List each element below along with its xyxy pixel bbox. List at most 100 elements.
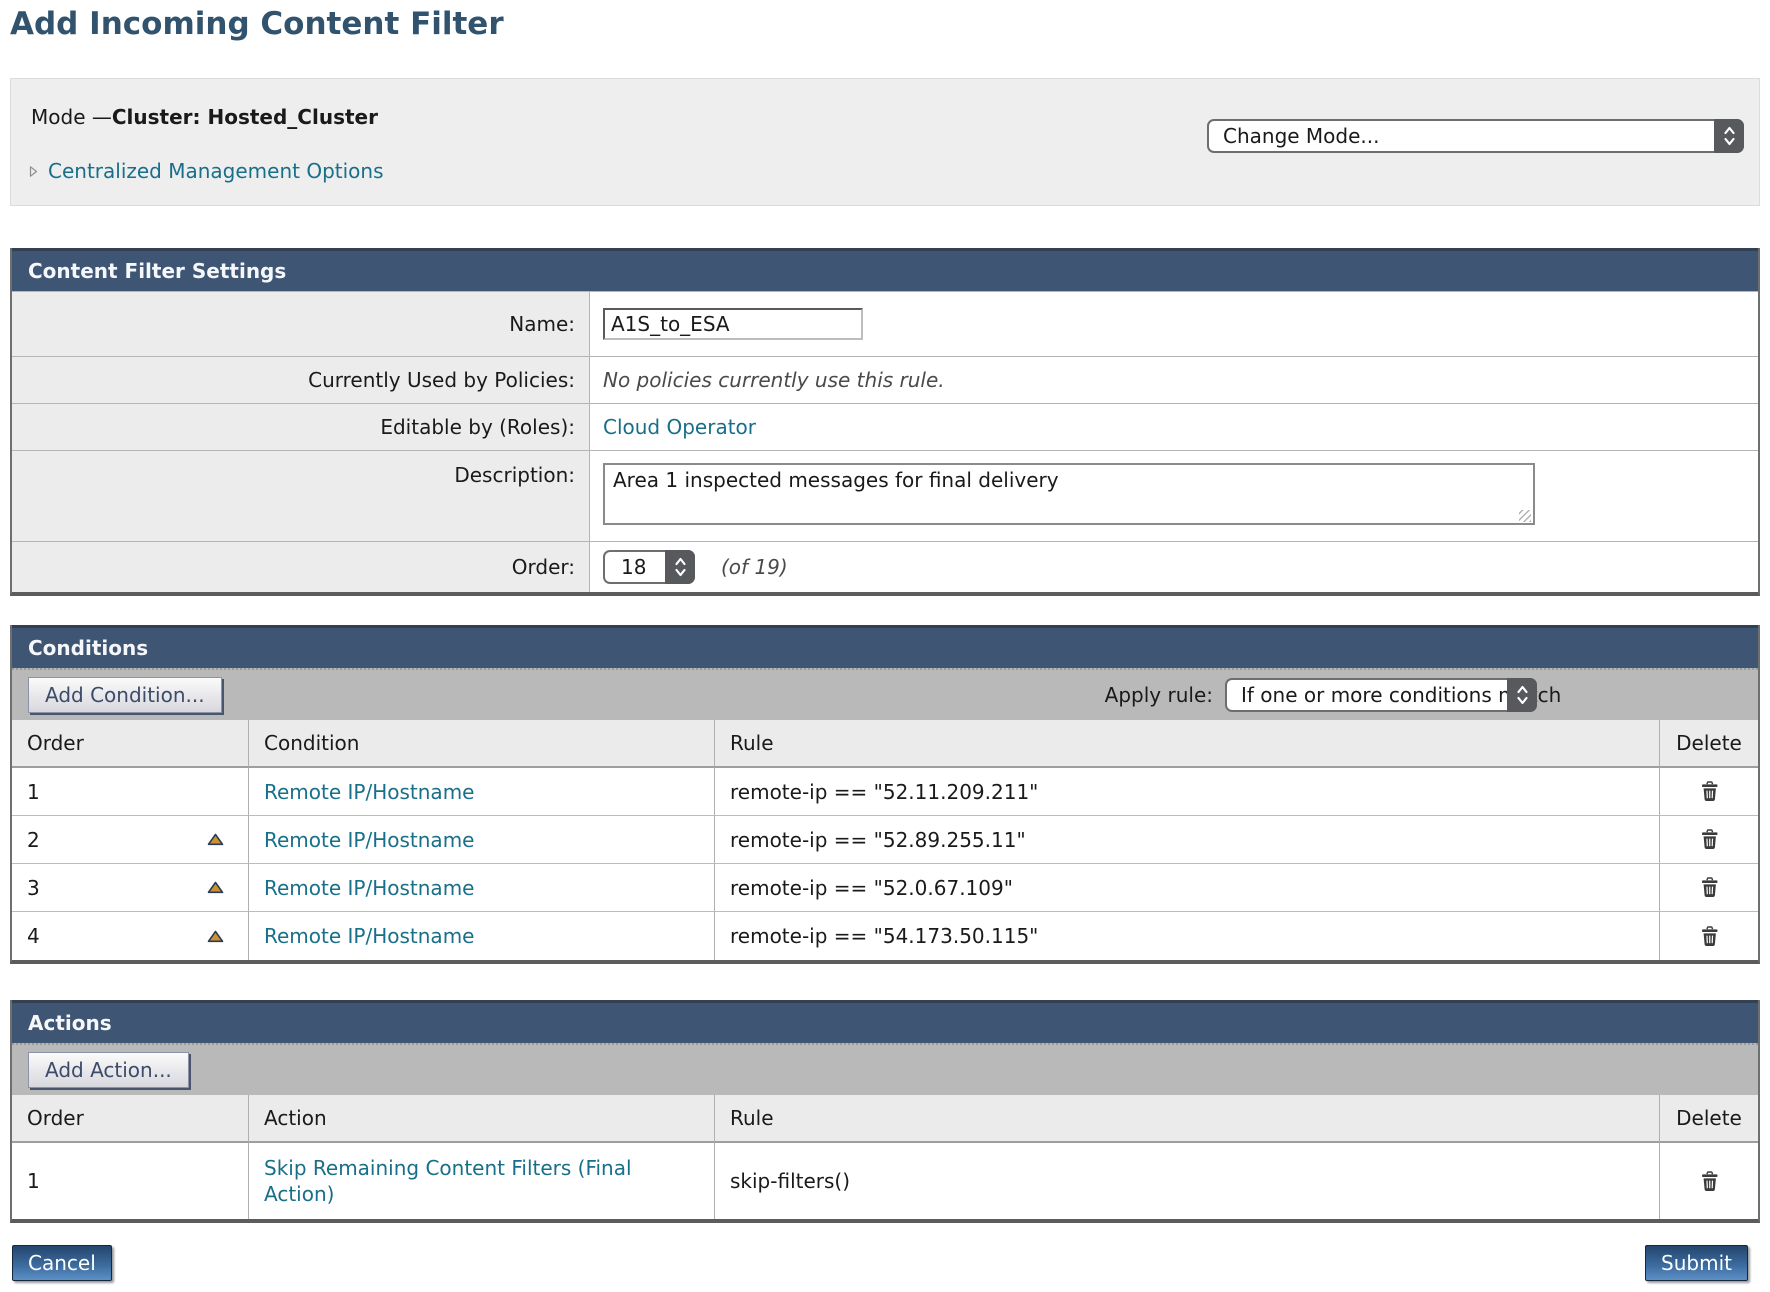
condition-link[interactable]: Remote IP/Hostname [264, 924, 474, 948]
cloud-operator-link[interactable]: Cloud Operator [603, 415, 756, 439]
condition-order-number: 3 [27, 876, 40, 900]
condition-row-rule: remote-ip == "52.89.255.11" [715, 816, 1660, 864]
condition-row-condition: Remote IP/Hostname [249, 912, 715, 960]
condition-row-delete [1660, 816, 1758, 864]
mode-panel: Mode —Cluster: Hosted_Cluster Centralize… [10, 78, 1760, 206]
condition-row-order: 2 [12, 816, 249, 864]
condition-row-condition: Remote IP/Hostname [249, 864, 715, 912]
disclosure-triangle-icon [29, 159, 38, 183]
order-select[interactable]: 18 [603, 550, 695, 584]
description-textarea[interactable]: Area 1 inspected messages for final deli… [603, 463, 1535, 525]
action-row-action: Skip Remaining Content Filters (Final Ac… [249, 1143, 715, 1219]
order-total: (of 19) [721, 555, 788, 579]
move-up-button[interactable] [207, 833, 224, 846]
action-row-order: 1 [12, 1143, 249, 1219]
policies-row: Currently Used by Policies: No policies … [12, 356, 1758, 403]
name-row: Name: [12, 291, 1758, 356]
conditions-col-order: Order [12, 720, 249, 768]
actions-section: Actions Add Action... Order Action Rule … [10, 1000, 1760, 1223]
description-row: Description: Area 1 inspected messages f… [12, 450, 1758, 541]
trash-icon [1700, 926, 1719, 947]
condition-row-delete [1660, 912, 1758, 960]
name-input[interactable] [603, 308, 863, 340]
conditions-col-rule: Rule [715, 720, 1660, 768]
actions-table: Order Action Rule Delete 1 Skip Remainin… [12, 1095, 1758, 1219]
submit-button[interactable]: Submit [1645, 1245, 1748, 1281]
move-up-button[interactable] [207, 881, 224, 894]
add-action-button[interactable]: Add Action... [28, 1052, 189, 1088]
move-up-arrow-icon [207, 930, 224, 943]
page-title: Add Incoming Content Filter [10, 6, 1770, 42]
footer-bar: Cancel Submit [12, 1245, 1748, 1281]
change-mode-selected-value: Change Mode... [1223, 124, 1380, 148]
trash-icon [1700, 1171, 1719, 1192]
conditions-section-header: Conditions [12, 625, 1758, 668]
condition-order-number: 2 [27, 828, 40, 852]
actions-col-delete: Delete [1660, 1095, 1758, 1143]
conditions-col-delete: Delete [1660, 720, 1758, 768]
trash-icon [1700, 877, 1719, 898]
centralized-management-options-link[interactable]: Centralized Management Options [29, 159, 384, 183]
action-row-delete [1660, 1143, 1758, 1219]
condition-link[interactable]: Remote IP/Hostname [264, 780, 474, 804]
actions-col-rule: Rule [715, 1095, 1660, 1143]
roles-label: Editable by (Roles): [12, 404, 590, 450]
centralized-management-options-label: Centralized Management Options [48, 159, 384, 183]
cancel-button[interactable]: Cancel [12, 1245, 112, 1281]
condition-row-delete [1660, 864, 1758, 912]
condition-row-rule: remote-ip == "52.0.67.109" [715, 864, 1660, 912]
condition-link[interactable]: Remote IP/Hostname [264, 828, 474, 852]
condition-row-rule: remote-ip == "54.173.50.115" [715, 912, 1660, 960]
condition-row-rule: remote-ip == "52.11.209.211" [715, 768, 1660, 816]
actions-col-action: Action [249, 1095, 715, 1143]
select-stepper-chevrons-icon [665, 550, 695, 584]
condition-row-order: 1 [12, 768, 249, 816]
condition-row-order: 4 [12, 912, 249, 960]
condition-order-number: 1 [27, 780, 40, 804]
move-up-arrow-icon [207, 881, 224, 894]
delete-condition-button[interactable] [1700, 829, 1719, 850]
change-mode-select[interactable]: Change Mode... [1207, 119, 1744, 153]
apply-rule-group: Apply rule: If one or more conditions ma… [1105, 678, 1537, 712]
actions-toolbar: Add Action... [12, 1043, 1758, 1095]
move-up-button[interactable] [207, 930, 224, 943]
condition-row-condition: Remote IP/Hostname [249, 816, 715, 864]
mode-line: Mode —Cluster: Hosted_Cluster [31, 105, 378, 129]
conditions-toolbar: Add Condition... Apply rule: If one or m… [12, 668, 1758, 720]
policies-label: Currently Used by Policies: [12, 357, 590, 403]
action-link[interactable]: Skip Remaining Content Filters (Final Ac… [264, 1155, 654, 1207]
order-selected-value: 18 [621, 555, 646, 579]
condition-link[interactable]: Remote IP/Hostname [264, 876, 474, 900]
apply-rule-select[interactable]: If one or more conditions match [1225, 678, 1537, 712]
trash-icon [1700, 781, 1719, 802]
delete-action-button[interactable] [1700, 1171, 1719, 1192]
add-condition-button[interactable]: Add Condition... [28, 677, 222, 713]
description-label: Description: [12, 451, 590, 541]
move-up-arrow-icon [207, 833, 224, 846]
name-label: Name: [12, 292, 590, 356]
condition-row-delete [1660, 768, 1758, 816]
order-row: Order: 18 (of 19) [12, 541, 1758, 592]
conditions-table: Order Condition Rule Delete 1 Remote IP/… [12, 720, 1758, 960]
conditions-section: Conditions Add Condition... Apply rule: … [10, 625, 1760, 964]
condition-order-number: 4 [27, 924, 40, 948]
condition-row-order: 3 [12, 864, 249, 912]
mode-label: Mode — [31, 105, 112, 129]
settings-section-header: Content Filter Settings [12, 248, 1758, 291]
conditions-col-condition: Condition [249, 720, 715, 768]
delete-condition-button[interactable] [1700, 781, 1719, 802]
action-order-number: 1 [27, 1169, 40, 1193]
trash-icon [1700, 829, 1719, 850]
actions-col-order: Order [12, 1095, 249, 1143]
action-row-rule: skip-filters() [715, 1143, 1660, 1219]
policies-value: No policies currently use this rule. [603, 368, 945, 392]
mode-value: Cluster: Hosted_Cluster [112, 105, 378, 129]
actions-section-header: Actions [12, 1000, 1758, 1043]
select-stepper-chevrons-icon [1714, 119, 1744, 153]
delete-condition-button[interactable] [1700, 877, 1719, 898]
delete-condition-button[interactable] [1700, 926, 1719, 947]
select-stepper-chevrons-icon [1507, 678, 1537, 712]
roles-row: Editable by (Roles): Cloud Operator [12, 403, 1758, 450]
apply-rule-label: Apply rule: [1105, 683, 1213, 707]
content-filter-settings-section: Content Filter Settings Name: Currently … [10, 248, 1760, 596]
